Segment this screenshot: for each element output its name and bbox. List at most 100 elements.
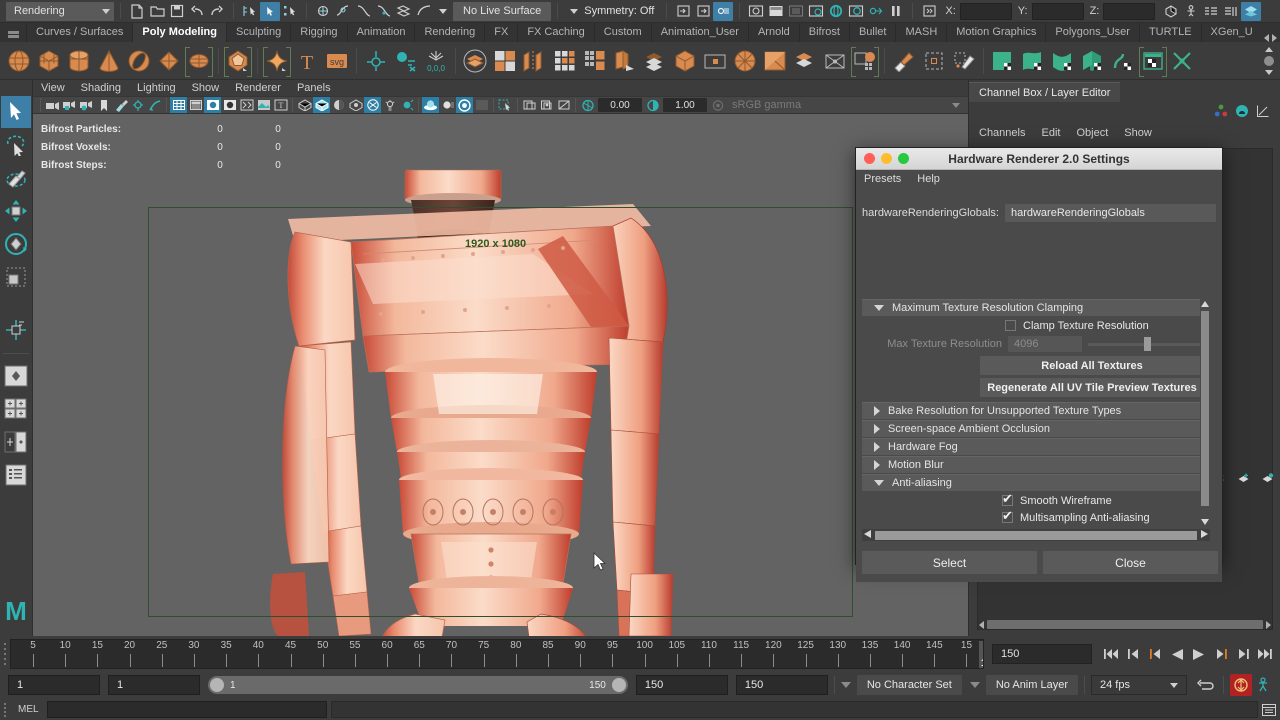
select-button[interactable]: Select: [862, 551, 1037, 574]
section-header-max-texture-resolution-clamping[interactable]: Maximum Texture Resolution Clamping: [862, 299, 1210, 316]
step-back-frame-icon[interactable]: [1146, 645, 1164, 663]
hypergraph-layout-button[interactable]: [1, 459, 31, 491]
max-texture-resolution-slider[interactable]: [1088, 336, 1204, 352]
go-to-start-icon[interactable]: [1102, 645, 1120, 663]
combine-icon[interactable]: [460, 45, 490, 77]
range-slider-bar[interactable]: 1 150: [208, 676, 628, 694]
undo-icon[interactable]: [187, 2, 207, 21]
two-sided-lighting-icon[interactable]: [398, 97, 415, 113]
shadows-icon[interactable]: [330, 97, 347, 113]
gamma-value[interactable]: 1.00: [663, 98, 707, 112]
scroll-down-icon[interactable]: [1200, 516, 1210, 527]
pause-render-icon[interactable]: [886, 2, 906, 21]
dialog-menu-presets[interactable]: Presets: [864, 173, 901, 185]
uv-spherical-icon[interactable]: [1048, 45, 1078, 77]
poly-superellipse-icon[interactable]: [262, 45, 292, 77]
scroll-up-icon[interactable]: [1200, 299, 1210, 310]
max-texture-resolution-field[interactable]: 4096: [1008, 336, 1082, 352]
shelf-tab[interactable]: Animation_User: [650, 23, 748, 42]
animation-start-time-field[interactable]: 1: [8, 675, 100, 695]
channel-box-menu-object[interactable]: Object: [1076, 127, 1108, 139]
new-scene-icon[interactable]: [127, 2, 147, 21]
live-surface-field[interactable]: No Live Surface: [453, 1, 552, 21]
channel-box-horizontal-scrollbar[interactable]: [979, 619, 1271, 630]
anim-layer-selector[interactable]: No Anim Layer: [985, 675, 1078, 695]
shelf-tab[interactable]: Bifrost: [798, 23, 849, 42]
dialog-horizontal-scrollbar[interactable]: [862, 529, 1210, 541]
shelf-tab[interactable]: Rendering: [414, 23, 485, 42]
symmetry-label[interactable]: Symmetry: Off: [584, 5, 660, 17]
play-backwards-icon[interactable]: [1168, 645, 1186, 663]
smooth-shade-selected-icon[interactable]: [204, 97, 221, 113]
graph-editor-icon[interactable]: [1256, 104, 1270, 121]
new-layer-from-selected-icon[interactable]: [1261, 472, 1274, 488]
paint-effects-icon[interactable]: [112, 97, 129, 113]
auto-keyframe-icon[interactable]: [1230, 674, 1252, 696]
open-scene-icon[interactable]: [147, 2, 167, 21]
use-all-lights-icon[interactable]: [313, 97, 330, 113]
close-icon[interactable]: [864, 153, 875, 164]
exact-transform-icon[interactable]: [919, 2, 939, 21]
shelf-tab[interactable]: FX Caching: [517, 23, 594, 42]
snowflake-zero-icon[interactable]: 0,0,0: [421, 45, 451, 77]
scroll-left-icon[interactable]: [862, 529, 873, 541]
channel-box-menu-edit[interactable]: Edit: [1041, 127, 1060, 139]
current-frame-field[interactable]: 150: [992, 644, 1092, 664]
ipr-render-icon[interactable]: [766, 2, 786, 21]
menu-set-selector[interactable]: Rendering: [6, 1, 114, 21]
scrollbar-thumb[interactable]: [1201, 311, 1209, 506]
playback-start-time-field[interactable]: 1: [108, 675, 200, 695]
shelf-tab[interactable]: Rigging: [290, 23, 347, 42]
transform-y-input[interactable]: [1031, 2, 1084, 20]
shelf-tab[interactable]: TURTLE: [1138, 23, 1201, 42]
redo-icon[interactable]: [207, 2, 227, 21]
play-forwards-icon[interactable]: [1190, 645, 1208, 663]
shelf-tab-active[interactable]: Poly Modeling: [132, 23, 226, 42]
lasso-select-tool-button[interactable]: [1, 129, 31, 161]
dialog-menu-help[interactable]: Help: [917, 173, 940, 185]
show-hide-modeling-toolkit-icon[interactable]: [1161, 2, 1181, 21]
shade-options-icon[interactable]: [238, 97, 255, 113]
slide-edge-icon[interactable]: [919, 45, 949, 77]
camera-select-icon[interactable]: [44, 97, 61, 113]
screen-space-ao-icon[interactable]: [422, 97, 439, 113]
xray-mode-icon[interactable]: [521, 97, 538, 113]
shelf-spinner[interactable]: [1262, 46, 1280, 76]
maximize-icon[interactable]: [898, 153, 909, 164]
viewport-menu-lighting[interactable]: Lighting: [137, 82, 176, 94]
poly-platonic-icon[interactable]: [223, 45, 253, 77]
camera-lock-icon[interactable]: [61, 97, 78, 113]
show-hide-channel-box-icon[interactable]: [1241, 1, 1262, 21]
scroll-right-icon[interactable]: [1272, 34, 1277, 42]
shelf-tab[interactable]: Curves / Surfaces: [26, 23, 133, 42]
uv-camera-icon[interactable]: [1108, 45, 1138, 77]
section-header-hardware-fog[interactable]: Hardware Fog: [862, 438, 1210, 455]
hypershade-icon[interactable]: [866, 2, 886, 21]
uv-automatic-icon[interactable]: [1078, 45, 1108, 77]
camera-attributes-icon[interactable]: [78, 97, 95, 113]
animation-end-time-field[interactable]: 150: [735, 675, 828, 695]
circularize-icon[interactable]: [730, 45, 760, 77]
step-forward-keyframe-icon[interactable]: [1234, 645, 1252, 663]
poly-cylinder-icon[interactable]: [64, 45, 94, 77]
bevel-plus-icon[interactable]: [391, 45, 421, 77]
construction-history-icon[interactable]: [713, 1, 734, 21]
poly-cone-icon[interactable]: [94, 45, 124, 77]
chevron-down-icon[interactable]: [952, 102, 960, 108]
text-tool-icon[interactable]: T: [292, 45, 322, 77]
anim-layer-chevron-icon[interactable]: [969, 682, 980, 688]
shelf-tab[interactable]: Animation: [346, 23, 415, 42]
scroll-left-icon[interactable]: [1264, 34, 1269, 42]
separate-icon[interactable]: [820, 45, 850, 77]
uv-planar-icon[interactable]: [988, 45, 1018, 77]
section-header-bake-resolution[interactable]: Bake Resolution for Unsupported Texture …: [862, 402, 1210, 419]
paint-select-tool-button[interactable]: [1, 162, 31, 194]
render-view-icon[interactable]: [826, 2, 846, 21]
command-language-label[interactable]: MEL: [10, 704, 47, 715]
dialog-scroll-area[interactable]: Maximum Texture Resolution Clamping Clam…: [862, 299, 1210, 527]
viewport-menu-view[interactable]: View: [41, 82, 65, 94]
dialog-vertical-scrollbar[interactable]: [1200, 299, 1210, 527]
text-overlay-icon[interactable]: T: [272, 97, 289, 113]
poly-disc-icon[interactable]: [184, 45, 214, 77]
time-slider-track[interactable]: 5 10 15 20 25 30 35 40 45 50 55 60 65 70 75 80 85 90 95 100…: [10, 639, 984, 669]
